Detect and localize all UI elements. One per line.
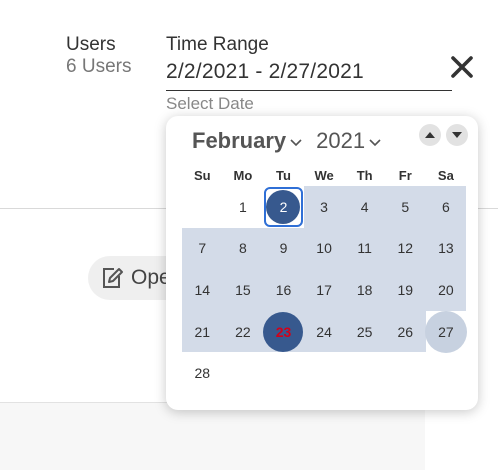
arrow-down-icon xyxy=(452,132,462,138)
day-highlight xyxy=(266,189,301,224)
day-cell-today[interactable]: 23 xyxy=(263,310,304,353)
day-cell[interactable]: 22 xyxy=(222,310,264,353)
weekday-header: We xyxy=(314,168,334,183)
clear-range-button[interactable] xyxy=(448,53,476,81)
day-cell[interactable]: 16 xyxy=(263,269,304,311)
day-cell-range-end[interactable]: 27 xyxy=(424,310,467,353)
day-number: 5 xyxy=(401,198,410,215)
lower-panel xyxy=(0,402,425,470)
year-select[interactable]: 2021 xyxy=(302,128,381,154)
next-month-button[interactable] xyxy=(446,124,468,146)
prev-month-button[interactable] xyxy=(419,124,441,146)
day-cell[interactable]: 13 xyxy=(425,227,467,270)
day-number: 23 xyxy=(275,323,292,340)
day-cell[interactable]: 8 xyxy=(222,227,264,270)
day-cell[interactable]: 15 xyxy=(222,269,264,311)
day-number: 26 xyxy=(397,323,414,340)
time-range-label: Time Range xyxy=(166,34,269,55)
empty-day-cell xyxy=(182,186,223,228)
weekday-header: Tu xyxy=(276,168,291,183)
day-cell[interactable]: 14 xyxy=(182,269,223,311)
open-button-label: Ope xyxy=(131,266,171,289)
weekday-header: Th xyxy=(356,168,373,183)
day-cell[interactable]: 19 xyxy=(384,269,426,311)
day-number: 21 xyxy=(194,323,211,340)
chevron-down-icon xyxy=(369,138,381,146)
calendar-grid: Su Mo Tu We Th Fr Sa 1 2 3 4 5 6 7 8 9 10 11 12 13 14 15 16 17 1… xyxy=(182,166,467,394)
day-cell[interactable]: 3 xyxy=(303,186,345,228)
calendar-popup: February 2021 Su Mo Tu We Th Fr Sa 1 2 3 4 5 6 7 8 9 10 1… xyxy=(166,116,478,410)
month-select[interactable]: February xyxy=(192,128,302,154)
time-range-filter: Time Range 2/2/2021 - 2/27/2021 Select D… xyxy=(166,34,452,115)
day-number: 19 xyxy=(397,281,414,298)
weekday-header: Fr xyxy=(398,168,412,183)
day-number: 24 xyxy=(316,323,332,340)
close-icon xyxy=(451,56,473,78)
day-number: 20 xyxy=(438,281,454,298)
weekday-header: Mo xyxy=(233,168,253,183)
time-range-input[interactable]: 2/2/2021 - 2/27/2021 xyxy=(166,56,452,91)
users-label: Users xyxy=(66,34,116,55)
day-cell[interactable]: 5 xyxy=(384,186,426,228)
day-cell[interactable]: 7 xyxy=(182,227,223,270)
day-cell[interactable]: 26 xyxy=(384,310,426,353)
day-number: 4 xyxy=(360,198,369,215)
weekday-header: Su xyxy=(193,168,211,183)
day-cell[interactable]: 12 xyxy=(384,227,426,270)
day-number: 13 xyxy=(438,240,454,257)
day-number: 11 xyxy=(357,240,372,257)
day-number: 2 xyxy=(279,198,288,215)
day-cell[interactable]: 4 xyxy=(344,186,385,228)
day-number: 9 xyxy=(279,240,288,257)
day-number: 8 xyxy=(238,240,247,257)
day-cell[interactable]: 18 xyxy=(344,269,385,311)
users-filter[interactable]: Users 6 Users xyxy=(66,34,131,78)
day-number: 28 xyxy=(194,365,211,382)
day-cell[interactable]: 21 xyxy=(182,310,223,353)
month-label: February xyxy=(192,128,287,153)
day-number: 1 xyxy=(238,198,247,215)
day-number: 12 xyxy=(397,240,414,257)
year-label: 2021 xyxy=(316,128,366,153)
day-number: 17 xyxy=(316,281,332,298)
day-number: 16 xyxy=(275,281,292,298)
day-cell[interactable]: 11 xyxy=(344,227,385,270)
day-cell[interactable]: 10 xyxy=(303,227,345,270)
day-cell[interactable]: 6 xyxy=(425,186,467,228)
day-cell[interactable]: 24 xyxy=(303,310,345,353)
day-number: 25 xyxy=(356,323,373,340)
calendar-header: February 2021 xyxy=(192,128,381,154)
day-cell[interactable]: 17 xyxy=(303,269,345,311)
day-number: 6 xyxy=(441,198,450,215)
day-number: 15 xyxy=(235,281,251,298)
day-number: 22 xyxy=(235,323,251,340)
arrow-up-icon xyxy=(425,132,435,138)
day-number: 3 xyxy=(320,198,328,215)
day-cell[interactable]: 1 xyxy=(223,186,264,228)
day-number: 10 xyxy=(316,240,332,257)
day-cell[interactable]: 25 xyxy=(344,310,385,353)
day-number: 14 xyxy=(194,281,211,298)
day-cell-range-start[interactable]: 2 xyxy=(263,186,304,228)
day-cell[interactable]: 9 xyxy=(263,227,304,270)
day-number: 18 xyxy=(356,281,373,298)
chevron-down-icon xyxy=(290,138,302,146)
select-date-hint: Select Date xyxy=(166,94,254,113)
weekday-header: Sa xyxy=(437,168,454,183)
day-number: 7 xyxy=(198,240,207,257)
day-cell[interactable]: 28 xyxy=(182,352,223,394)
users-count: 6 Users xyxy=(66,56,132,77)
edit-icon xyxy=(103,268,123,288)
day-number: 27 xyxy=(438,323,454,340)
day-cell[interactable]: 20 xyxy=(425,269,467,311)
